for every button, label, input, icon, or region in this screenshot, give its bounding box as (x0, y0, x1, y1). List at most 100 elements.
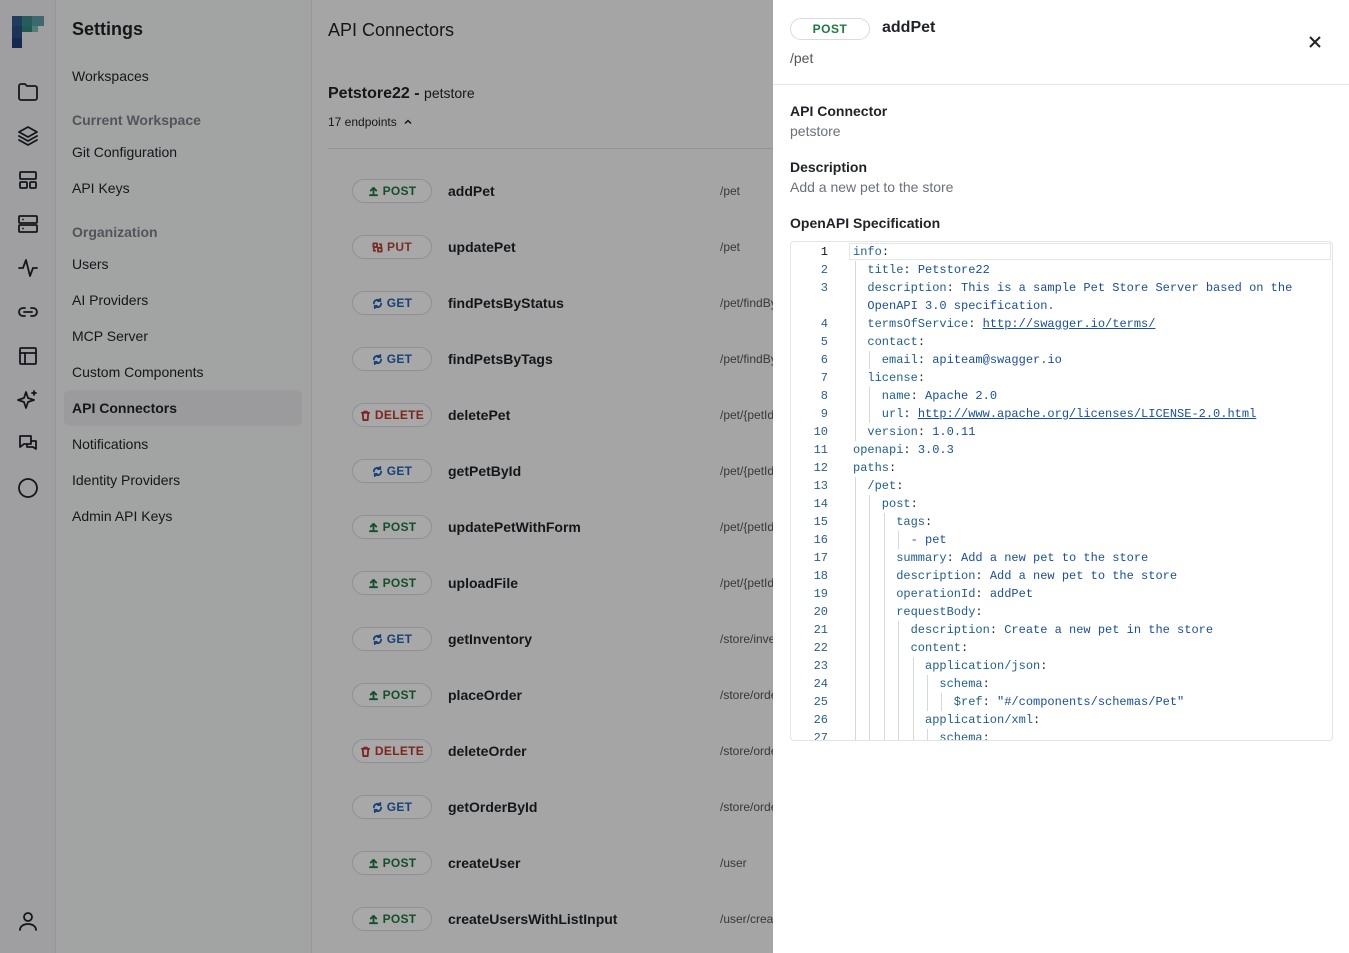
code-line: 13/pet: (791, 477, 1332, 495)
indent-guide (883, 711, 885, 729)
yaml-key: version (867, 425, 918, 439)
code-line: 23 application/json: (791, 657, 1332, 675)
indent-guide (855, 657, 856, 675)
indent-guide (855, 279, 856, 297)
indent-guide (855, 621, 856, 639)
indent-guide (883, 657, 885, 675)
indent-guide (912, 711, 914, 729)
code-text: description: Add a new pet to the store (896, 569, 1178, 583)
code-text: info: (853, 245, 890, 259)
indent-guide (883, 693, 885, 711)
indent-guide (855, 711, 856, 729)
code-line: 19 operationId: addPet (791, 585, 1332, 603)
indent-guide (883, 603, 885, 621)
indent-guide (855, 495, 856, 513)
yaml-key: tags (896, 515, 925, 529)
yaml-key: post (881, 497, 911, 511)
modal-backdrop[interactable] (0, 0, 773, 953)
indent-guide (898, 711, 900, 729)
yaml-key: operationId (896, 587, 976, 601)
close-icon[interactable] (1305, 32, 1325, 52)
code-text: $ref: "#/components/schemas/Pet" (953, 695, 1185, 709)
yaml-url[interactable]: http://www.apache.org/licenses/LICENSE-2… (918, 407, 1256, 421)
line-number: 19 (813, 587, 828, 601)
yaml-key: info (853, 245, 882, 259)
endpoint-title: addPet (882, 19, 936, 36)
code-text: description: This is a sample Pet Store … (867, 281, 1293, 295)
line-number: 13 (813, 479, 828, 493)
indent-guide (941, 693, 943, 711)
code-text: description: Create a new pet in the sto… (910, 623, 1214, 637)
line-number: 11 (813, 443, 828, 457)
yaml-url[interactable]: http://swagger.io/terms/ (983, 317, 1156, 331)
indent-guide (855, 351, 856, 369)
yaml-value: OpenAPI 3.0 specification. (867, 299, 1055, 313)
line-number: 17 (813, 551, 828, 565)
code-text: termsOfService: http://swagger.io/terms/ (867, 317, 1156, 331)
yaml-key: title (867, 263, 904, 277)
yaml-value: - pet (910, 533, 947, 547)
openapi-spec-label: OpenAPI Specification (790, 215, 941, 231)
code-text: schema: (939, 729, 989, 740)
yaml-key: openapi (853, 443, 904, 457)
code-line: 12 paths: (791, 459, 1332, 477)
description-value: Add a new pet to the store (790, 179, 954, 195)
yaml-key: termsOfService (867, 317, 969, 331)
code-line: 8 name: Apache 2.0 (791, 387, 1332, 405)
indent-guide (912, 729, 914, 740)
line-number: 8 (820, 389, 828, 403)
code-text: post: (881, 497, 918, 511)
indent-guide (927, 729, 928, 740)
code-line: 3 description: This is a sample Pet Store… (791, 279, 1332, 297)
indent-guide (855, 261, 856, 279)
yaml-key: description (896, 569, 976, 583)
endpoint-detail-drawer: POST addPet /pet API Connector petstore … (773, 0, 1349, 953)
indent-guide (855, 603, 856, 621)
method-badge: POST (790, 18, 870, 40)
line-number: 7 (820, 371, 828, 385)
line-number: 1 (820, 245, 828, 259)
indent-guide (869, 351, 871, 369)
code-line: 6 email: apiteam@swagger.io (791, 351, 1332, 369)
yaml-key: name (881, 389, 911, 403)
yaml-key: /pet (867, 479, 897, 493)
indent-guide (898, 639, 900, 657)
indent-guide (883, 675, 885, 693)
api-connector-value: petstore (790, 123, 841, 139)
code-line: 10 version: 1.0.11 (791, 423, 1332, 441)
indent-guide (855, 531, 856, 549)
yaml-key: license (867, 371, 918, 385)
yaml-key: url (881, 407, 904, 421)
code-text: summary: Add a new pet to the store (896, 551, 1149, 565)
code-line: 25 $ref: "#/components/schemas/Pet" (791, 693, 1332, 711)
line-number: 26 (813, 713, 828, 727)
code-text: paths: (853, 461, 897, 475)
yaml-value: Create a new pet in the store (1004, 623, 1214, 637)
indent-guide (883, 639, 885, 657)
line-number: 23 (813, 659, 828, 673)
indent-guide (898, 657, 900, 675)
indent-guide (883, 567, 885, 585)
yaml-key: summary (896, 551, 947, 565)
line-number: 22 (813, 641, 828, 655)
indent-guide (869, 513, 871, 531)
code-line: 1 info: (791, 243, 1332, 261)
code-text: schema: (939, 677, 990, 691)
indent-guide (855, 423, 856, 441)
code-line: 26 application/xml: (791, 711, 1332, 729)
indent-guide (855, 729, 856, 740)
drawer-header: POST addPet /pet (773, 0, 1349, 85)
code-line: 4 termsOfService: http://swagger.io/terms… (791, 315, 1332, 333)
line-number: 24 (813, 677, 828, 691)
indent-guide (855, 513, 856, 531)
code-text: version: 1.0.11 (867, 425, 976, 439)
line-number: 21 (813, 623, 828, 637)
code-line: 11 openapi: 3.0.3 (791, 441, 1332, 459)
indent-guide (869, 621, 871, 639)
indent-guide (869, 657, 871, 675)
code-editor[interactable]: 1 info: 2 title: Petstore22 3 description: Th… (790, 241, 1333, 741)
indent-guide (869, 675, 871, 693)
line-number: 12 (813, 461, 828, 475)
yaml-value: Petstore22 (917, 263, 990, 277)
indent-guide (898, 675, 900, 693)
